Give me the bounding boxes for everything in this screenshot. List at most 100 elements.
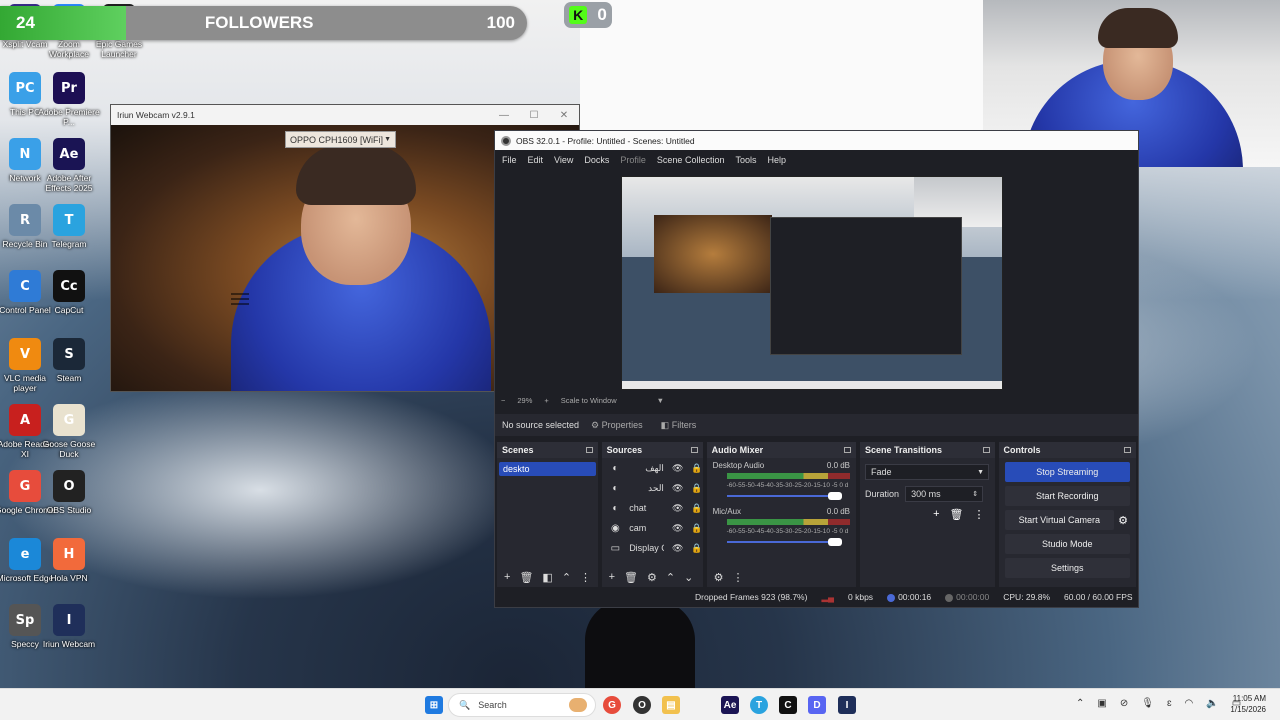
menu-profile[interactable]: Profile (620, 155, 646, 165)
zoom-in-icon[interactable]: + (544, 396, 548, 405)
hamburger-menu-icon[interactable] (231, 293, 249, 308)
lock-icon[interactable]: 🔒 (691, 503, 702, 514)
lock-icon[interactable]: 🔒 (691, 523, 702, 534)
add-icon[interactable]: + (504, 571, 510, 583)
device-select[interactable]: OPPO CPH1609 [WiFi] ▼ (285, 131, 396, 148)
undock-icon[interactable] (1123, 447, 1131, 453)
desktop-icon[interactable]: S Steam (38, 338, 100, 383)
desktop-icon[interactable]: Cc CapCut (38, 270, 100, 315)
menu-file[interactable]: File (502, 155, 517, 165)
taskbar-clock[interactable]: 11:05 AM 1/15/2026 (1230, 693, 1266, 715)
file-explorer-icon[interactable]: ▤ (662, 696, 680, 714)
gear-icon[interactable]: ⚙ (647, 571, 657, 584)
eye-icon[interactable]: 👁 (672, 463, 683, 474)
start-virtual-camera-button[interactable]: Start Virtual Camera (1004, 510, 1115, 530)
trash-icon[interactable]: 🗑 (950, 508, 964, 521)
discord-icon[interactable]: D (808, 696, 826, 714)
kick-follower-badge: K 0 (564, 2, 612, 28)
microphone-icon[interactable]: 🎙 (1141, 698, 1154, 709)
desktop-icon[interactable]: Pr Adobe Premiere P... (38, 72, 100, 127)
chevron-up-icon[interactable]: ⌃ (1076, 698, 1084, 709)
scene-item[interactable]: deskto (499, 462, 596, 476)
start-recording-button[interactable]: Start Recording (1004, 486, 1130, 506)
gear-icon[interactable]: ⚙ (1118, 514, 1128, 527)
menu-scene-collection[interactable]: Scene Collection (657, 155, 725, 165)
settings-button[interactable]: Settings (1004, 558, 1130, 578)
source-item[interactable]: ◐ الحد 👁 🔒 (602, 478, 703, 498)
eye-icon[interactable]: 👁 (672, 543, 683, 554)
trash-icon[interactable]: 🗑 (624, 571, 638, 584)
desktop-icon[interactable]: T Telegram (38, 204, 100, 249)
maximize-icon[interactable]: ☐ (519, 110, 549, 121)
menu-tools[interactable]: Tools (735, 155, 756, 165)
iriun-icon[interactable]: I (838, 696, 856, 714)
source-item[interactable]: ▭ Display C 👁 🔒 (602, 538, 703, 558)
obs-window[interactable]: OBS 32.0.1 - Profile: Untitled - Scenes:… (494, 130, 1139, 608)
lock-icon[interactable]: 🔒 (691, 543, 702, 554)
eye-icon[interactable]: 👁 (672, 503, 683, 514)
desktop-icon[interactable]: O OBS Studio (38, 470, 100, 515)
source-item[interactable]: ◉ cam 👁 🔒 (602, 518, 703, 538)
filters-button[interactable]: ◧ Filters (655, 418, 703, 433)
volume-icon[interactable]: 🔈 (1206, 698, 1218, 709)
transition-select[interactable]: Fade ▼ (865, 464, 990, 480)
volume-slider[interactable] (726, 492, 843, 500)
sources-footer: + 🗑 ⚙ ⌃ ⌄ (602, 567, 703, 587)
undock-icon[interactable] (982, 447, 990, 453)
volume-slider[interactable] (726, 538, 843, 546)
chevron-up-icon[interactable]: ⌃ (562, 571, 571, 584)
virtual-camera-row: Start Virtual Camera ⚙ (999, 506, 1136, 530)
source-item[interactable]: ◐ chat 👁 🔒 (602, 498, 703, 518)
trash-icon[interactable]: 🗑 (519, 571, 533, 584)
studio-mode-button[interactable]: Studio Mode (1004, 534, 1130, 554)
source-item[interactable]: ◐ الهف 👁 🔒 (602, 458, 703, 478)
wifi-icon[interactable]: ◠ (1185, 698, 1194, 709)
chevron-down-icon[interactable]: ▼ (657, 396, 664, 405)
eye-icon[interactable]: 👁 (672, 523, 683, 534)
desktop-icon[interactable]: G Goose Goose Duck (38, 404, 100, 459)
lock-icon[interactable]: 🔒 (691, 483, 702, 494)
undock-icon[interactable] (585, 447, 593, 453)
minimize-icon[interactable]: — (489, 110, 519, 121)
duration-stepper[interactable]: 300 ms ⇕ (905, 486, 984, 502)
lock-icon[interactable]: 🔒 (691, 463, 702, 474)
windows-start-icon[interactable]: ⊞ (425, 696, 443, 714)
scale-mode[interactable]: Scale to Window (561, 396, 617, 405)
desktop-icon[interactable]: H Hola VPN (38, 538, 100, 583)
more-icon[interactable]: ⋮ (732, 571, 743, 584)
window-titlebar[interactable]: Iriun Webcam v2.9.1 — ☐ ✕ (111, 105, 579, 125)
close-icon[interactable]: ✕ (549, 110, 579, 121)
zoom-out-icon[interactable]: − (501, 396, 505, 405)
taskbar-search[interactable]: 🔍 Search (448, 693, 596, 717)
chevron-down-icon[interactable]: ⌄ (684, 571, 693, 584)
desktop-icon[interactable]: Ae Adobe After Effects 2025 (38, 138, 100, 193)
more-icon[interactable]: ⋮ (580, 571, 591, 584)
menu-view[interactable]: View (554, 155, 573, 165)
pen-icon[interactable]: ɛ (1167, 698, 1172, 709)
duration-value: 300 ms (911, 489, 941, 499)
after-effects-icon[interactable]: Ae (721, 696, 739, 714)
chevron-up-icon[interactable]: ⌃ (666, 571, 675, 584)
filter-icon[interactable]: ◧ (542, 571, 552, 584)
stop-streaming-button[interactable]: Stop Streaming (1004, 462, 1130, 482)
telegram-icon[interactable]: T (750, 696, 768, 714)
chrome-icon[interactable]: G (603, 696, 621, 714)
mute-icon[interactable]: ⊘ (1120, 698, 1128, 709)
capcut-icon[interactable]: C (779, 696, 797, 714)
obs-taskbar-icon[interactable]: O (633, 696, 651, 714)
menu-help[interactable]: Help (767, 155, 786, 165)
obs-titlebar[interactable]: OBS 32.0.1 - Profile: Untitled - Scenes:… (495, 131, 1138, 150)
menu-edit[interactable]: Edit (528, 155, 544, 165)
undock-icon[interactable] (690, 447, 698, 453)
eye-icon[interactable]: 👁 (672, 483, 683, 494)
add-icon[interactable]: + (609, 571, 615, 583)
properties-button[interactable]: ⚙ Properties (585, 418, 649, 433)
menu-docks[interactable]: Docks (584, 155, 609, 165)
more-icon[interactable]: ⋮ (974, 508, 985, 521)
undock-icon[interactable] (844, 447, 852, 453)
desktop-icon[interactable]: I Iriun Webcam (38, 604, 100, 649)
tray-app-icon[interactable]: ▣ (1097, 698, 1106, 709)
obs-preview[interactable] (621, 176, 1003, 390)
add-icon[interactable]: + (933, 508, 939, 521)
advanced-audio-icon[interactable]: ⚙ (714, 571, 724, 584)
